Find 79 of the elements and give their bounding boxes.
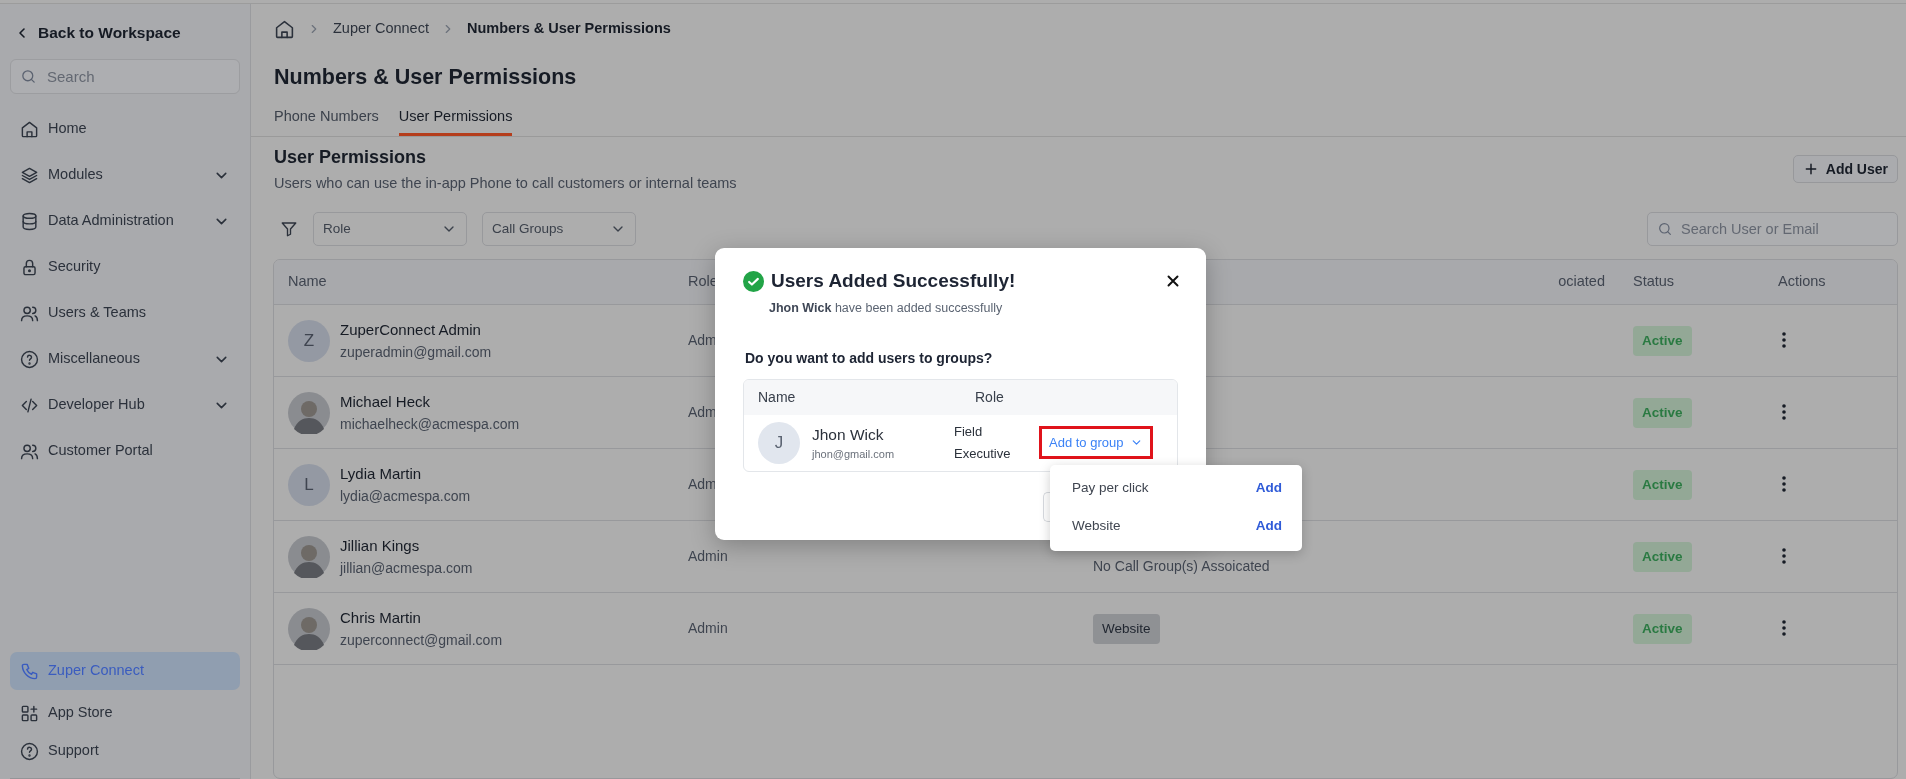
- more-icon: [1782, 331, 1786, 348]
- status-badge: Active: [1633, 397, 1692, 428]
- modal-title: Users Added Successfully!: [771, 270, 1017, 293]
- tab[interactable]: User Permissions: [398, 98, 513, 136]
- user-email: zuperconnect@gmail.com: [340, 630, 503, 650]
- add-to-group-button[interactable]: Add to group: [1039, 425, 1154, 460]
- home-icon: [20, 119, 39, 139]
- group-name: Pay per click: [1072, 478, 1149, 497]
- home-icon: [274, 18, 295, 40]
- user-name: Jhon Wick: [812, 424, 885, 445]
- role-text: Admin: [688, 620, 728, 637]
- phone-icon: [20, 661, 39, 681]
- status-badge: Active: [1633, 541, 1692, 572]
- sidebar-item[interactable]: Modules: [10, 152, 240, 198]
- user-email: jhon@gmail.com: [812, 446, 896, 462]
- modal-question: Do you want to add users to groups?: [745, 348, 994, 368]
- user-name: ZuperConnect Admin: [340, 320, 482, 340]
- call-group-tag: Website: [1093, 613, 1160, 644]
- sidebar-item[interactable]: Customer Portal: [10, 428, 240, 474]
- section-subtitle: Users who can use the in-app Phone to call customers or internal teams: [274, 174, 737, 193]
- layers-icon: [20, 165, 39, 185]
- user-name: Chris Martin: [340, 608, 422, 628]
- filter-dropdown[interactable]: Role: [313, 211, 467, 246]
- search-field[interactable]: Search: [10, 59, 240, 94]
- more-icon: [1782, 547, 1786, 564]
- breadcrumb-item[interactable]: Zuper Connect: [333, 18, 429, 40]
- lock-icon: [20, 257, 39, 277]
- sidebar-item[interactable]: Security: [10, 244, 240, 290]
- section-title: User Permissions: [274, 146, 428, 169]
- sidebar-item[interactable]: Miscellaneous: [10, 336, 240, 382]
- user-name: Jillian Kings: [340, 536, 421, 556]
- database-icon: [20, 211, 39, 231]
- more-icon: [1782, 619, 1786, 636]
- tab[interactable]: Phone Numbers: [274, 98, 379, 136]
- column-header: Name: [758, 387, 797, 407]
- user-email: jillian@acmespa.com: [340, 558, 473, 578]
- group-name: Website: [1072, 516, 1121, 535]
- sidebar-item[interactable]: Developer Hub: [10, 382, 240, 428]
- add-user-button[interactable]: Add User: [1792, 155, 1898, 183]
- add-button[interactable]: Add: [1255, 477, 1282, 499]
- user-name: Michael Heck: [340, 392, 432, 412]
- user-email: zuperadmin@gmail.com: [340, 342, 492, 362]
- help-icon: [20, 349, 39, 369]
- column-header: Role: [975, 387, 1004, 407]
- sidebar-item[interactable]: Users & Teams: [10, 290, 240, 336]
- role-text: Admin: [688, 548, 728, 565]
- sidebar-item[interactable]: Support: [10, 732, 240, 770]
- avatar: J: [758, 421, 800, 464]
- avatar: Z: [288, 319, 330, 362]
- add-button[interactable]: Add: [1255, 515, 1282, 537]
- sidebar-item[interactable]: Data Administration: [10, 198, 240, 244]
- status-badge: Active: [1633, 325, 1692, 356]
- filter-icon: [280, 219, 298, 238]
- column-header: Name: [288, 273, 327, 290]
- more-icon: [1782, 403, 1786, 420]
- user-name: Lydia Martin: [340, 464, 423, 484]
- status-badge: Active: [1633, 469, 1692, 500]
- column-header: Status: [1633, 273, 1675, 290]
- back-link[interactable]: Back to Workspace: [14, 20, 181, 46]
- sidebar-item[interactable]: App Store: [10, 694, 240, 732]
- search-field[interactable]: Search User or Email: [1647, 211, 1898, 246]
- call-group-text: No Call Group(s) Assoicated: [1093, 558, 1270, 575]
- filter-dropdown[interactable]: Call Groups: [482, 211, 636, 246]
- avatar: L: [288, 463, 330, 506]
- apps-icon: [20, 703, 39, 723]
- more-icon: [1782, 475, 1786, 492]
- column-header: ociated: [1558, 273, 1605, 290]
- page-title: Numbers & User Permissions: [273, 64, 578, 91]
- breadcrumb-item: Numbers & User Permissions: [466, 19, 671, 39]
- help-icon: [20, 741, 39, 761]
- user-email: lydia@acmespa.com: [340, 486, 471, 506]
- sidebar-item[interactable]: Home: [10, 106, 240, 152]
- role-text: Executive: [954, 444, 1012, 463]
- user-email: michaelheck@acmespa.com: [340, 414, 520, 434]
- success-icon: [743, 270, 764, 292]
- column-header: Actions: [1778, 273, 1826, 290]
- role-text: Field: [954, 422, 984, 441]
- status-badge: Active: [1633, 613, 1692, 644]
- modal-message: Jhon Wick have been added successfully: [769, 299, 1004, 317]
